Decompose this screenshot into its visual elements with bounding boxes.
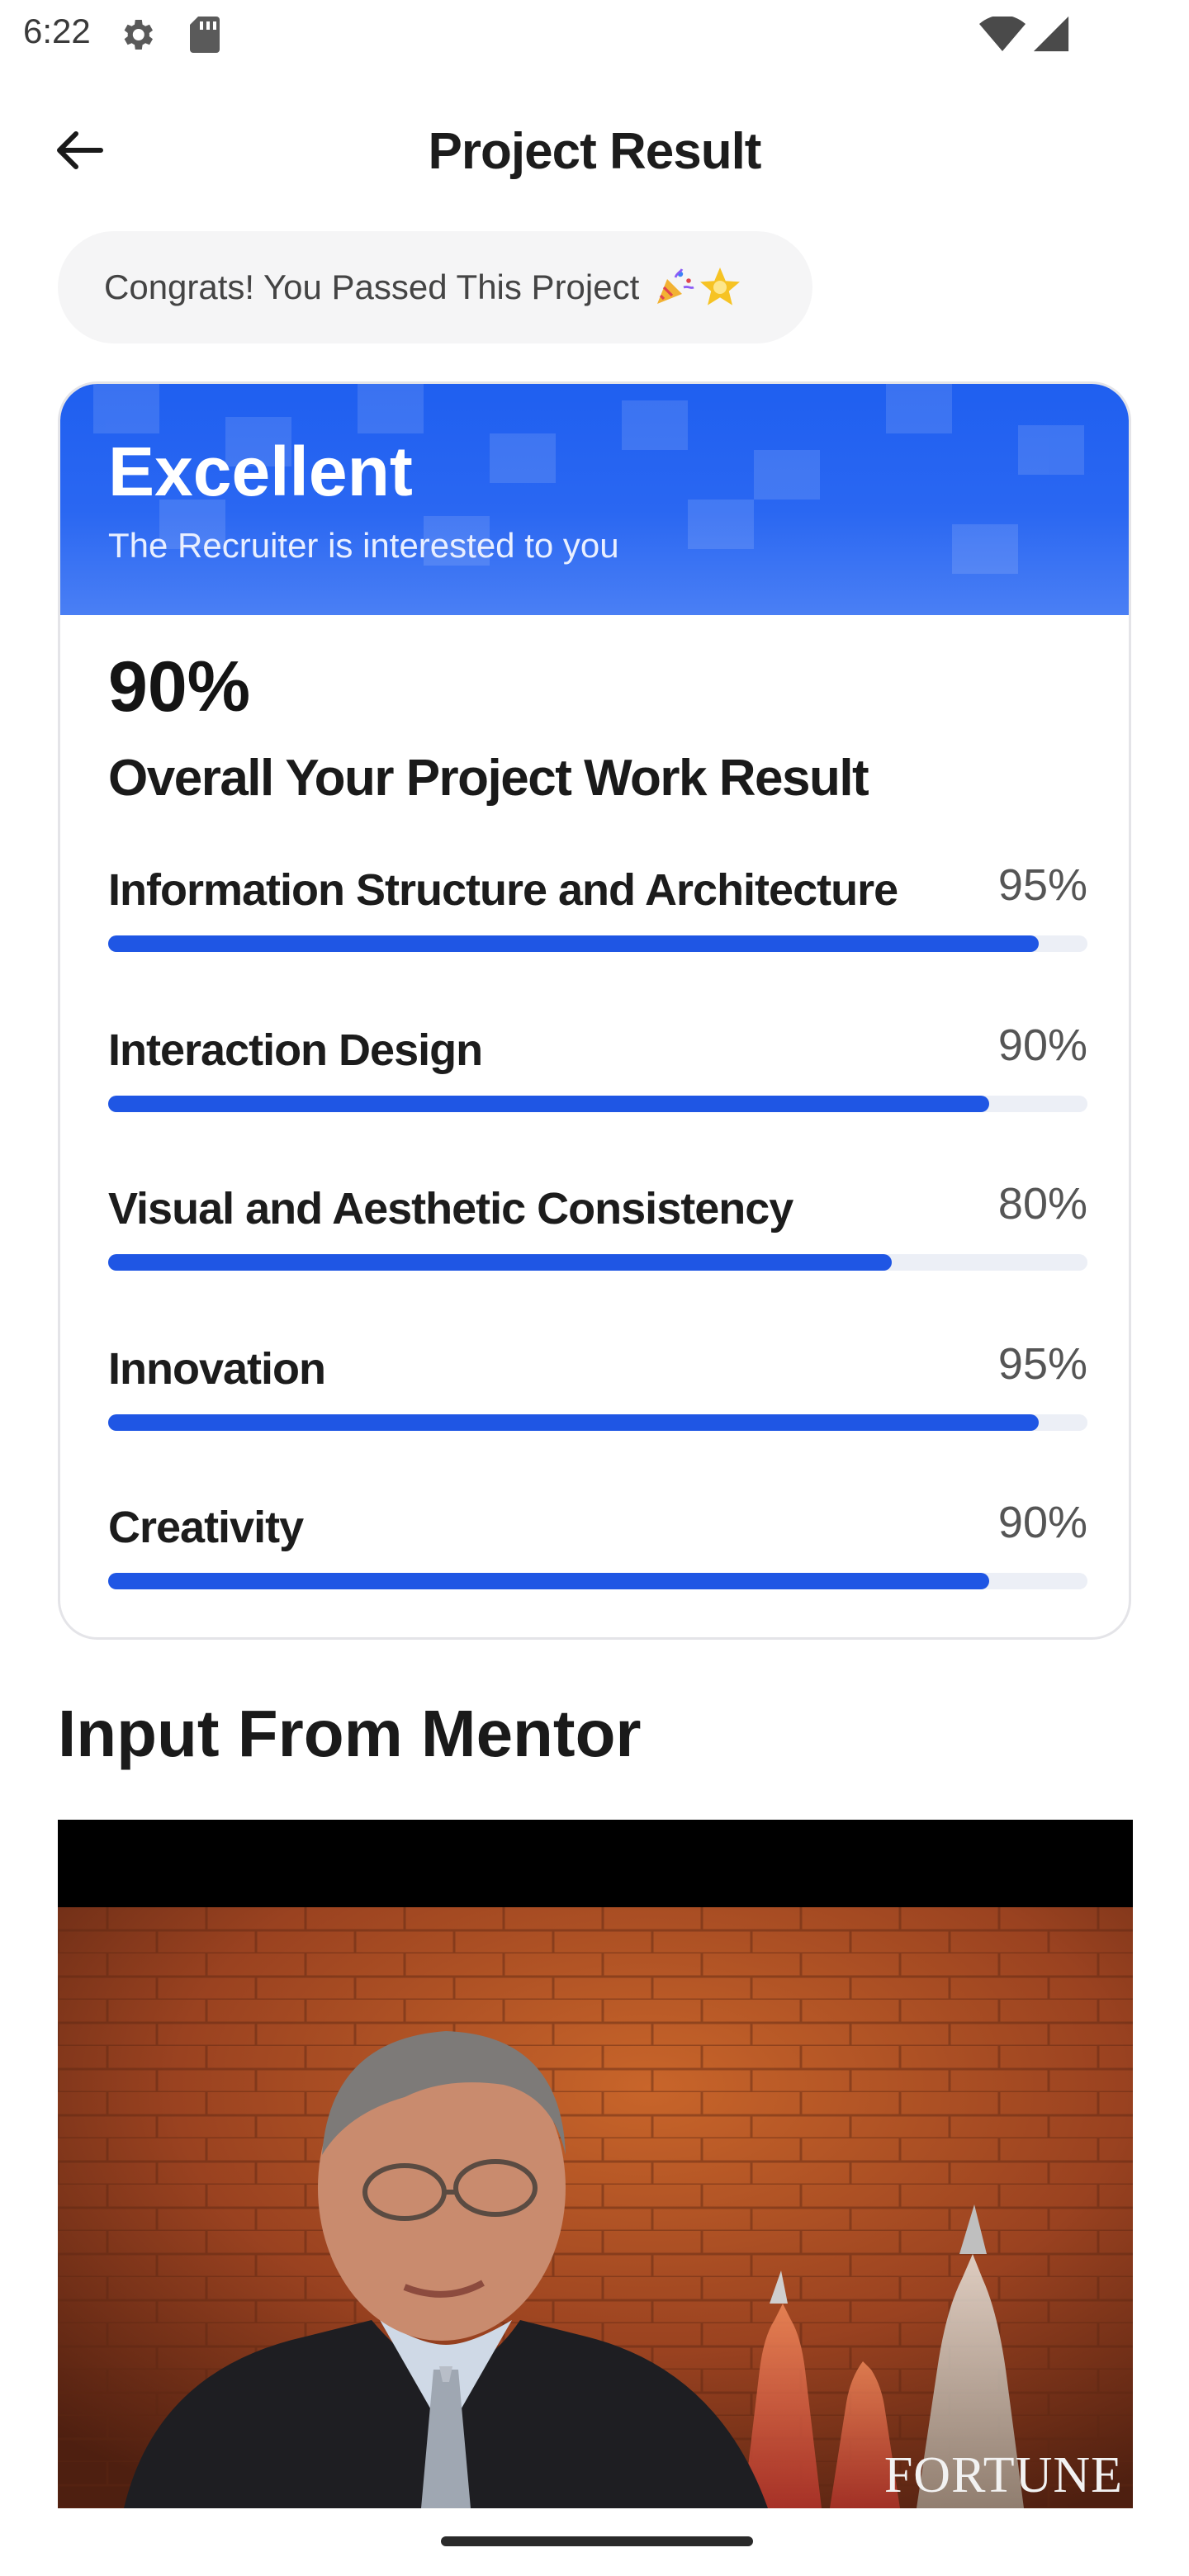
score-name: Creativity xyxy=(108,1503,304,1552)
page-title: Project Result xyxy=(428,123,762,180)
result-subtitle: The Recruiter is interested to you xyxy=(108,526,619,565)
score-row: Information Structure and Architecture 9… xyxy=(108,860,1087,980)
score-row: Visual and Aesthetic Consistency 80% xyxy=(108,1179,1087,1299)
score-name: Interaction Design xyxy=(108,1025,483,1075)
status-time: 6:22 xyxy=(23,12,91,50)
wifi-icon xyxy=(979,17,1026,51)
mentor-heading: Input From Mentor xyxy=(58,1697,642,1770)
video-thumbnail xyxy=(58,1907,1133,2508)
score-value: 95% xyxy=(997,1339,1087,1389)
progress-track xyxy=(108,1414,1087,1431)
score-name: Innovation xyxy=(108,1344,326,1394)
mentor-video[interactable]: FORTUNE xyxy=(58,1820,1133,2508)
progress-fill xyxy=(108,1573,990,1589)
score-value: 90% xyxy=(997,1498,1087,1547)
score-value: 90% xyxy=(997,1020,1087,1070)
signal-icon xyxy=(1033,16,1069,52)
score-row: Interaction Design 90% xyxy=(108,1020,1087,1140)
score-row: Innovation 95% xyxy=(108,1339,1087,1459)
sd-card-icon xyxy=(190,17,220,53)
progress-track xyxy=(108,935,1087,952)
project-result-screen: 6:22 Project Result Congrats! You Passed… xyxy=(0,0,1189,2576)
progress-fill xyxy=(108,1414,1039,1431)
progress-track xyxy=(108,1254,1087,1271)
home-indicator[interactable] xyxy=(441,2536,753,2546)
congrats-text: Congrats! You Passed This Project xyxy=(104,268,640,306)
progress-track xyxy=(108,1573,1087,1589)
result-card: Excellent The Recruiter is interested to… xyxy=(58,381,1131,1640)
score-name: Information Structure and Architecture xyxy=(108,865,898,915)
overall-label: Overall Your Project Work Result xyxy=(108,750,869,807)
status-bar: 6:22 xyxy=(0,0,1189,69)
result-rating: Excellent xyxy=(108,433,413,510)
progress-fill xyxy=(108,1096,990,1112)
score-value: 80% xyxy=(997,1179,1087,1229)
progress-fill xyxy=(108,1254,892,1271)
overall-percent: 90% xyxy=(108,647,251,727)
star-icon xyxy=(699,266,741,310)
party-popper-icon xyxy=(652,266,695,310)
app-header: Project Result xyxy=(0,99,1189,201)
score-row: Creativity 90% xyxy=(108,1498,1087,1617)
progress-fill xyxy=(108,935,1039,952)
result-banner: Excellent The Recruiter is interested to… xyxy=(60,384,1129,615)
score-name: Visual and Aesthetic Consistency xyxy=(108,1184,793,1234)
progress-track xyxy=(108,1096,1087,1112)
gear-icon xyxy=(124,20,153,50)
score-value: 95% xyxy=(997,860,1087,910)
video-watermark: FORTUNE xyxy=(883,2447,1123,2503)
congrats-banner: Congrats! You Passed This Project xyxy=(58,231,812,343)
